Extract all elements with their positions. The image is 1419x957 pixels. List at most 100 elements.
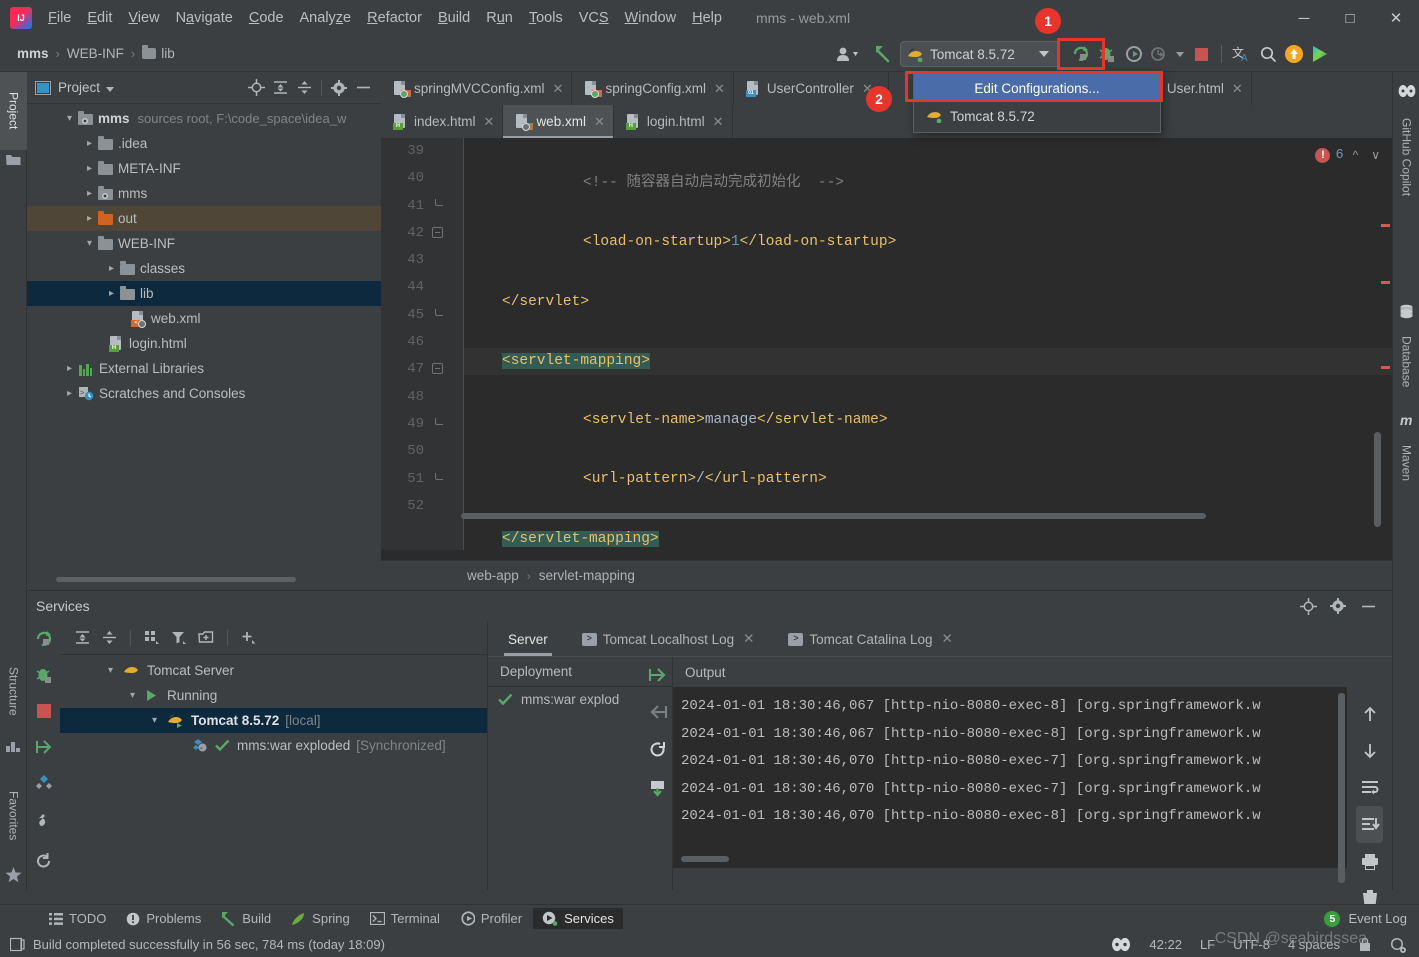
sidebar-tab-maven[interactable]: Maven: [1393, 432, 1419, 494]
sidebar-tab-structure[interactable]: Structure: [0, 648, 27, 734]
editor-tab-springconfig[interactable]: < springConfig.xml ✕: [572, 72, 734, 105]
menu-edit[interactable]: Edit: [79, 6, 120, 30]
update-icon[interactable]: [643, 769, 673, 807]
menu-file[interactable]: File: [40, 6, 79, 30]
services-tree-item-artifact[interactable]: < mms:war exploded [Synchronized]: [60, 733, 487, 758]
close-button[interactable]: ✕: [1373, 0, 1419, 36]
bottom-tab-services[interactable]: Services: [533, 908, 623, 929]
tab-server[interactable]: Server: [498, 622, 558, 656]
profile-icon[interactable]: [1146, 41, 1172, 67]
fold-collapse-marker[interactable]: [432, 227, 443, 238]
code-content[interactable]: <!-- 随容器自动启动完成初始化 --> <load-on-startup>1…: [464, 138, 1392, 550]
scroll-down-icon[interactable]: [1347, 732, 1392, 769]
menu-vcs[interactable]: VCS: [571, 6, 617, 30]
output-console[interactable]: 2024-01-01 18:30:46,067 [http-nio-8080-e…: [673, 687, 1347, 868]
tree-item-classes[interactable]: classes: [27, 256, 381, 281]
project-panel-horizontal-scrollbar[interactable]: [56, 577, 296, 582]
close-icon[interactable]: ✕: [713, 114, 724, 130]
close-icon[interactable]: ✕: [1232, 81, 1243, 97]
chevron-down-icon[interactable]: [148, 715, 161, 726]
gear-icon[interactable]: [327, 77, 351, 99]
services-tree-item-running[interactable]: Running: [60, 683, 487, 708]
run-configuration-dropdown-menu[interactable]: Edit Configurations... Tomcat 8.5.72: [913, 71, 1161, 133]
tree-item-external-libraries[interactable]: External Libraries: [27, 356, 381, 381]
close-icon[interactable]: ✕: [594, 114, 605, 130]
stop-icon[interactable]: [27, 693, 60, 729]
sidebar-tab-database[interactable]: Database: [1393, 324, 1419, 400]
soft-wrap-icon[interactable]: [1347, 769, 1392, 806]
rerun-icon[interactable]: [27, 621, 60, 657]
inspection-icon[interactable]: [1390, 937, 1407, 953]
error-count[interactable]: ! 6: [1315, 147, 1344, 163]
fold-end-marker[interactable]: [435, 473, 443, 480]
sidebar-tab-favorites[interactable]: Favorites: [0, 772, 27, 860]
tree-item-idea[interactable]: .idea: [27, 131, 381, 156]
run-with-coverage-icon[interactable]: [1120, 41, 1146, 67]
chevron-down-icon[interactable]: [83, 238, 96, 249]
tab-tomcat-localhost-log[interactable]: > Tomcat Localhost Log ✕: [572, 622, 765, 656]
close-icon[interactable]: ✕: [942, 631, 953, 647]
scroll-up-icon[interactable]: [1347, 695, 1392, 732]
indent-setting[interactable]: 4 spaces: [1288, 937, 1340, 952]
menu-code[interactable]: Code: [241, 6, 292, 30]
chevron-down-icon[interactable]: [126, 690, 139, 701]
settings-wrench-icon[interactable]: [27, 801, 60, 837]
chevron-right-icon[interactable]: [83, 163, 96, 174]
editor-tab-springmvcconfig[interactable]: < springMVCConfig.xml ✕: [381, 72, 573, 105]
bottom-tab-problems[interactable]: Problems: [117, 908, 210, 929]
redeploy-icon[interactable]: [643, 731, 673, 769]
tab-tomcat-catalina-log[interactable]: > Tomcat Catalina Log ✕: [778, 622, 962, 656]
next-error-icon[interactable]: ∨: [1367, 146, 1384, 164]
chevron-right-icon[interactable]: [63, 363, 76, 374]
menu-tools[interactable]: Tools: [521, 6, 571, 30]
bottom-tab-terminal[interactable]: Terminal: [361, 908, 449, 929]
minimize-button[interactable]: ─: [1281, 0, 1327, 36]
close-icon[interactable]: ✕: [484, 114, 495, 130]
add-icon[interactable]: [237, 627, 261, 649]
project-tree[interactable]: mms sources root, F:\code_space\idea_w .…: [27, 104, 381, 406]
tree-item-out[interactable]: out: [27, 206, 381, 231]
editor-tab-index-html[interactable]: H index.html ✕: [381, 105, 504, 138]
bottom-tab-spring[interactable]: Spring: [282, 908, 359, 929]
chevron-right-icon[interactable]: [105, 288, 118, 299]
error-stripe-marker[interactable]: [1381, 224, 1390, 227]
artifacts-icon[interactable]: [27, 765, 60, 801]
tree-item-login-html[interactable]: H login.html: [27, 331, 381, 356]
services-tree-item-tomcat-instance[interactable]: Tomcat 8.5.72 [local]: [60, 708, 487, 733]
close-icon[interactable]: ✕: [553, 81, 564, 97]
add-tab-icon[interactable]: [194, 627, 218, 649]
bottom-tab-todo[interactable]: TODO: [40, 908, 115, 929]
print-icon[interactable]: [1347, 843, 1392, 880]
menu-build[interactable]: Build: [430, 6, 478, 30]
menu-item-edit-configurations[interactable]: Edit Configurations...: [914, 74, 1160, 102]
editor-tab-login-html[interactable]: H login.html ✕: [614, 105, 733, 138]
services-tree[interactable]: Tomcat Server Running: [60, 655, 487, 758]
error-stripe-marker[interactable]: [1381, 366, 1390, 369]
chevron-down-icon[interactable]: [104, 665, 117, 676]
back-arrow-icon[interactable]: [868, 41, 900, 67]
group-icon[interactable]: [140, 627, 164, 649]
translate-icon[interactable]: 文 A: [1229, 41, 1255, 67]
collapse-all-icon[interactable]: [292, 77, 316, 99]
chevron-right-icon[interactable]: [63, 388, 76, 399]
file-encoding[interactable]: UTF-8: [1233, 937, 1270, 952]
tree-item-mms[interactable]: mms: [27, 181, 381, 206]
sidebar-tab-github-copilot[interactable]: GitHub Copilot: [1393, 102, 1419, 212]
breadcrumb-item-project[interactable]: mms: [14, 44, 52, 63]
search-everywhere-icon[interactable]: [1255, 41, 1281, 67]
user-avatar-icon[interactable]: [828, 41, 868, 67]
chevron-down-icon[interactable]: [63, 113, 76, 124]
deploy-icon[interactable]: [27, 729, 60, 765]
menu-help[interactable]: Help: [684, 6, 730, 30]
fold-end-marker[interactable]: [435, 199, 443, 206]
expand-all-icon[interactable]: [70, 627, 94, 649]
run-configuration-dropdown-arrow[interactable]: [1031, 42, 1057, 66]
collapse-all-icon[interactable]: [97, 627, 121, 649]
stop-icon[interactable]: [1188, 41, 1214, 67]
caret-position[interactable]: 42:22: [1149, 937, 1182, 952]
services-tree-item-tomcat-server[interactable]: Tomcat Server: [60, 658, 487, 683]
lock-icon[interactable]: [1358, 937, 1372, 952]
ide-help-icon[interactable]: [1307, 41, 1333, 67]
error-stripe-marker[interactable]: [1381, 281, 1390, 284]
copilot-status-icon[interactable]: [1111, 937, 1131, 952]
